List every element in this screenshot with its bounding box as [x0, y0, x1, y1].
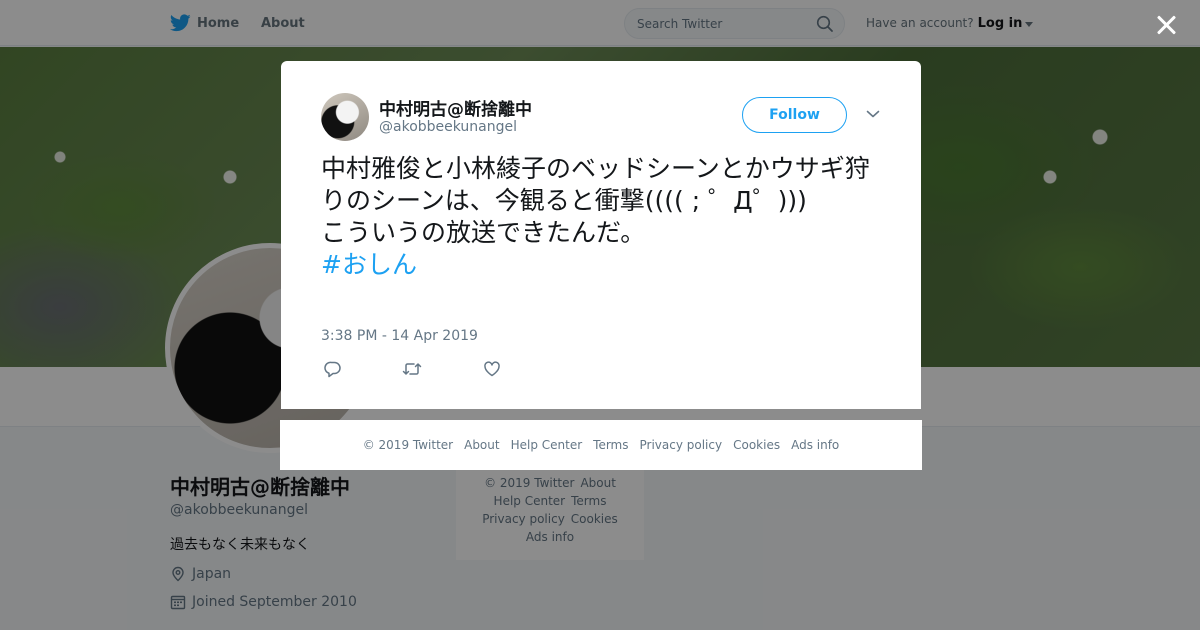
modal-footer-links: © 2019 Twitter About Help Center Terms P… [280, 420, 922, 470]
tweet-author-handle[interactable]: @akobbeekunangel [379, 119, 517, 135]
tweet-author-name[interactable]: 中村明古@断捨離中 [379, 95, 532, 120]
follow-button[interactable]: Follow [742, 97, 847, 133]
tweet-hashtag[interactable]: #おしん [321, 250, 417, 279]
tweet-timestamp[interactable]: 3:38 PM - 14 Apr 2019 [321, 328, 478, 344]
modal-footer-terms-link[interactable]: Terms [593, 438, 628, 452]
like-icon[interactable] [483, 360, 501, 378]
modal-footer-about-link[interactable]: About [464, 438, 499, 452]
modal-footer-help-link[interactable]: Help Center [511, 438, 583, 452]
close-icon[interactable] [1153, 12, 1179, 38]
modal-footer-ads-link[interactable]: Ads info [791, 438, 839, 452]
tweet-text: 中村雅俊と小林綾子のベッドシーンとかウサギ狩りのシーンは、今観ると衝撃(((( … [321, 153, 891, 281]
tweet-modal: 中村明古@断捨離中 @akobbeekunangel Follow 中村雅俊と小… [281, 61, 921, 409]
modal-footer-cookies-link[interactable]: Cookies [733, 438, 780, 452]
reply-icon[interactable] [324, 360, 342, 378]
retweet-icon[interactable] [402, 360, 422, 378]
tweet-author-avatar[interactable] [321, 93, 369, 141]
modal-footer-privacy-link[interactable]: Privacy policy [640, 438, 723, 452]
tweet-body: 中村雅俊と小林綾子のベッドシーンとかウサギ狩りのシーンは、今観ると衝撃(((( … [321, 154, 870, 247]
chevron-down-icon[interactable] [866, 109, 880, 119]
modal-footer-copyright: © 2019 Twitter [362, 438, 454, 452]
